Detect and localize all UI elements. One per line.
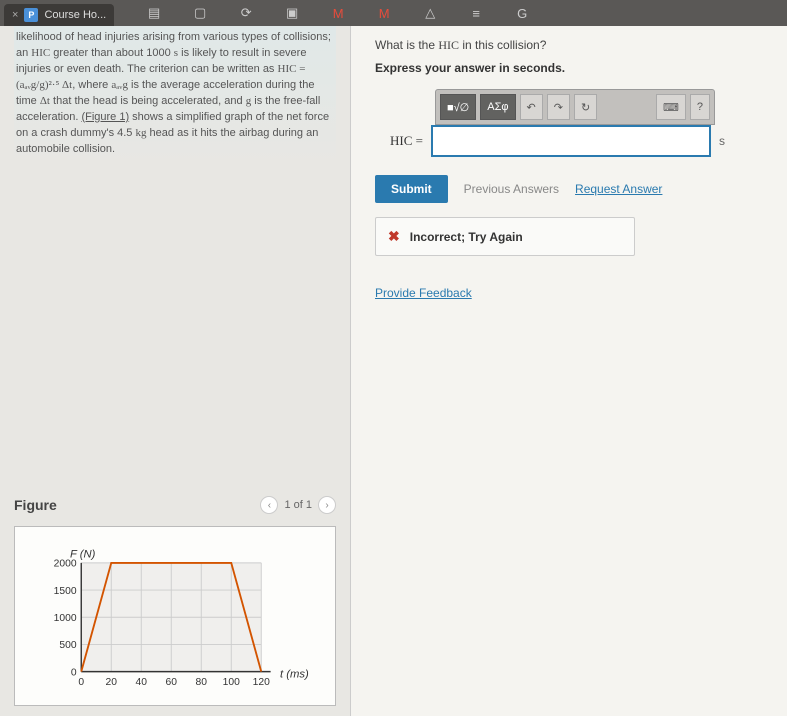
figure-next-button[interactable]: › (318, 496, 336, 514)
text: that the head is being accelerated, and (50, 95, 246, 107)
feedback-box: ✖ Incorrect; Try Again (375, 217, 635, 256)
app-icon-1[interactable]: M (330, 5, 346, 21)
tab-favicon: P (24, 8, 38, 22)
doc-icon[interactable]: ▢ (192, 5, 208, 21)
submit-button[interactable]: Submit (375, 175, 448, 203)
drive-icon[interactable]: △ (422, 5, 438, 21)
toolbar-icons: ▤ ▢ ⟳ ▣ M M △ ≡ G (146, 5, 530, 21)
answer-toolbar: ■√∅ ΑΣφ ↶ ↷ ↻ ⌨ ? (435, 89, 715, 125)
left-panel: likelihood of head injuries arising from… (0, 26, 350, 716)
ytick: 1500 (54, 586, 77, 597)
reload-icon[interactable]: ⟳ (238, 5, 254, 21)
figure-page-info: 1 of 1 (284, 499, 312, 511)
kg: kg (136, 127, 147, 139)
keyboard-button[interactable]: ⌨ (656, 94, 686, 120)
ytick: 1000 (54, 613, 77, 624)
page-icon[interactable]: ▣ (284, 5, 300, 21)
aavg: aₐᵥg (111, 79, 128, 91)
help-button[interactable]: ? (690, 94, 710, 120)
list-icon[interactable]: ▤ (146, 5, 162, 21)
request-answer-link[interactable]: Request Answer (575, 182, 662, 196)
dt: Δt (40, 95, 50, 107)
ytick: 2000 (54, 559, 77, 570)
figure-nav: ‹ 1 of 1 › (260, 496, 336, 514)
ytick: 0 (71, 667, 77, 678)
provide-feedback-link[interactable]: Provide Feedback (375, 286, 472, 300)
xtick: 40 (136, 677, 148, 688)
tab-title: Course Ho... (44, 9, 106, 21)
xtick: 60 (166, 677, 178, 688)
templates-button[interactable]: ■√∅ (440, 94, 476, 120)
question-prompt: What is the HIC in this collision? (375, 38, 763, 53)
xtick: 120 (253, 677, 270, 688)
browser-tab[interactable]: × P Course Ho... (4, 4, 114, 26)
right-panel: What is the HIC in this collision? Expre… (350, 26, 787, 716)
answer-input[interactable] (431, 125, 711, 157)
answer-unit: s (719, 134, 725, 148)
redo-button[interactable]: ↷ (547, 94, 570, 120)
figure-section: Figure ‹ 1 of 1 › F (N) (14, 480, 336, 706)
browser-tab-bar: × P Course Ho... ▤ ▢ ⟳ ▣ M M △ ≡ G (0, 0, 787, 26)
figure-link[interactable]: (Figure 1) (81, 111, 129, 123)
reset-button[interactable]: ↻ (574, 94, 597, 120)
text: , where (72, 79, 111, 91)
x-axis-label: t (ms) (280, 668, 309, 680)
xtick: 100 (223, 677, 240, 688)
close-icon[interactable]: × (12, 9, 18, 21)
menu-icon[interactable]: ≡ (468, 5, 484, 21)
chart-svg: F (N) (25, 541, 325, 701)
figure-graph: F (N) (14, 526, 336, 706)
xtick: 20 (106, 677, 118, 688)
problem-text: likelihood of head injuries arising from… (14, 26, 336, 166)
previous-answers-link[interactable]: Previous Answers (464, 182, 559, 196)
figure-title: Figure (14, 497, 57, 513)
answer-label: HIC = (375, 133, 423, 149)
feedback-text: Incorrect; Try Again (410, 230, 523, 244)
text: greater than about 1000 (50, 47, 174, 59)
ytick: 500 (59, 640, 76, 651)
app-icon-2[interactable]: M (376, 5, 392, 21)
greek-button[interactable]: ΑΣφ (480, 94, 515, 120)
google-icon[interactable]: G (514, 5, 530, 21)
figure-prev-button[interactable]: ‹ (260, 496, 278, 514)
hic-term: HIC (31, 47, 50, 59)
instruction: Express your answer in seconds. (375, 61, 763, 75)
xtick: 80 (196, 677, 208, 688)
incorrect-icon: ✖ (388, 228, 400, 245)
xtick: 0 (78, 677, 84, 688)
undo-button[interactable]: ↶ (520, 94, 543, 120)
